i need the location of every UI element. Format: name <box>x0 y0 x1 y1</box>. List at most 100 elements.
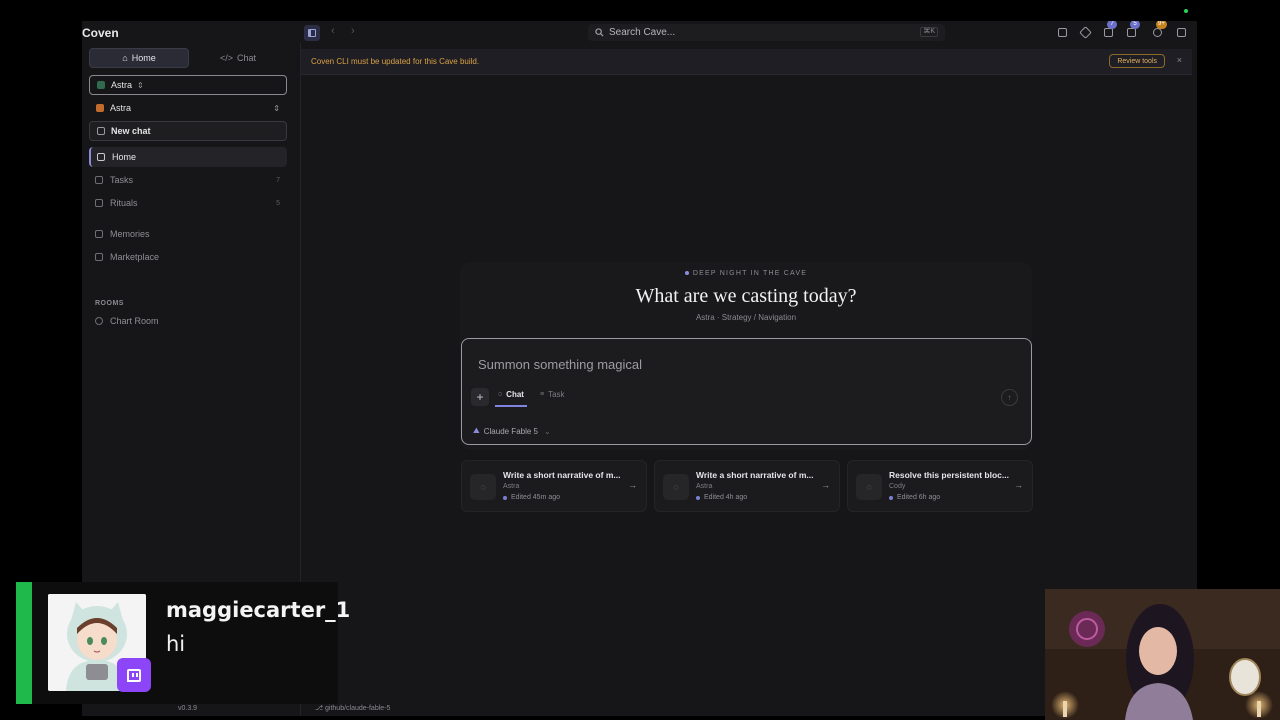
composer: + ◌ Chat ≡ Task ↑ ⛰ Claude Fable 5 ⌄ <box>461 338 1032 445</box>
status-indicator <box>1184 9 1188 13</box>
chat-message: hi <box>166 632 186 656</box>
agent-select[interactable]: Astra ⇕ <box>89 98 287 118</box>
tasks-icon <box>95 176 103 184</box>
inbox-icon[interactable]: 5 <box>1125 21 1140 38</box>
arrow-up-icon: ↑ <box>1007 393 1012 402</box>
recent-owner: Cody <box>889 483 906 490</box>
new-chat-button[interactable]: New chat <box>89 121 287 141</box>
back-arrow-icon[interactable]: ‹ <box>331 25 335 37</box>
agents-icon[interactable]: 7 <box>1102 21 1117 38</box>
top-bar: Coven ‹ › Search Cave... ⌘K 7 5 9+ <box>82 21 1197 43</box>
sidebar-item-label: Memories <box>110 229 150 239</box>
rituals-icon <box>95 199 103 207</box>
chevron-updown-icon: ⇕ <box>137 80 144 90</box>
sidebar-toggle-button[interactable] <box>304 25 320 41</box>
tasks-count: 7 <box>276 176 280 184</box>
git-branch: ⎇ github/claude-fable-5 <box>315 704 390 712</box>
search-placeholder: Search Cave... <box>609 27 676 38</box>
chat-bubble-icon: ◌ <box>470 474 496 500</box>
home-icon <box>97 153 105 161</box>
agent-avatar <box>96 104 104 112</box>
hero-eyebrow: DEEP NIGHT IN THE CAVE <box>460 270 1032 277</box>
recent-owner: Astra <box>696 483 713 490</box>
compose-icon[interactable] <box>1056 26 1068 38</box>
recent-chat-card[interactable]: ◌ Resolve this persistent bloc... Cody E… <box>847 460 1033 512</box>
code-icon: </> <box>219 53 233 63</box>
app-version: v0.3.9 <box>178 705 198 712</box>
webcam-feed <box>1045 589 1280 720</box>
composer-tab-task[interactable]: ≡ Task <box>540 390 565 399</box>
recent-time-text: Edited 4h ago <box>704 494 748 501</box>
sidebar-item-home[interactable]: Home <box>89 147 287 167</box>
model-selector[interactable]: ⛰ Claude Fable 5 ⌄ <box>473 426 551 436</box>
branch-name: github/claude-fable-5 <box>325 705 391 712</box>
chat-bubble-icon: ◌ <box>498 391 503 398</box>
sidebar-item-label: Home <box>112 152 137 162</box>
search-shortcut: ⌘K <box>920 27 938 37</box>
tab-chat[interactable]: </> Chat <box>189 48 287 68</box>
status-dot <box>889 495 893 500</box>
notifications-icon[interactable]: 9+ <box>1151 21 1167 38</box>
tab-label: Chat <box>237 53 257 63</box>
sidebar-item-label: Chart Room <box>110 316 159 326</box>
stream-chat-overlay: maggiecarter_1 hi <box>16 582 350 704</box>
task-icon: ≡ <box>540 391 545 398</box>
sidebar-item-rituals[interactable]: Rituals 5 <box>89 193 287 213</box>
home-icon: ⌂ <box>122 53 128 63</box>
marketplace-icon <box>95 253 103 261</box>
forward-arrow-icon[interactable]: › <box>351 25 355 37</box>
arrow-right-icon: → <box>821 480 830 490</box>
rooms-heading: ROOMS <box>95 300 124 307</box>
recent-chat-card[interactable]: ◌ Write a short narrative of m... Astra … <box>654 460 840 512</box>
recent-title: Resolve this persistent bloc... <box>889 470 1009 480</box>
banner-message: Coven CLI must be updated for this Cave … <box>311 57 480 66</box>
overlay-accent-bar <box>16 582 32 704</box>
search-icon <box>595 28 604 37</box>
rituals-count: 5 <box>276 199 280 207</box>
model-name: Claude Fable 5 <box>483 426 538 436</box>
recent-time-text: Edited 6h ago <box>897 494 941 501</box>
sidebar-item-label: Tasks <box>110 175 134 185</box>
review-tools-button[interactable]: Review tools <box>1109 54 1165 68</box>
app-name: Coven <box>82 26 119 40</box>
sidebar-icon <box>308 29 316 37</box>
prompt-input[interactable] <box>478 355 978 373</box>
eyebrow-text: DEEP NIGHT IN THE CAVE <box>692 270 808 277</box>
memories-icon <box>95 230 103 238</box>
twitch-icon <box>117 658 151 692</box>
mode-tabs: ⌂ Home </> Chat <box>89 48 287 68</box>
hero-subtitle: Astra · Strategy / Navigation <box>695 313 797 322</box>
recent-time: Edited 45m ago <box>503 494 560 501</box>
moon-icon <box>684 271 689 276</box>
recent-time-text: Edited 45m ago <box>511 494 561 501</box>
tab-label: Home <box>131 53 156 63</box>
recent-chat-card[interactable]: ◌ Write a short narrative of m... Astra … <box>461 460 647 512</box>
search-bar[interactable]: Search Cave... ⌘K <box>588 24 945 41</box>
send-button[interactable]: ↑ <box>1001 389 1018 406</box>
tab-home[interactable]: ⌂ Home <box>89 48 189 68</box>
arrow-right-icon: → <box>1014 480 1023 490</box>
workspace-select[interactable]: Astra ⇕ <box>89 75 287 95</box>
update-banner: Coven CLI must be updated for this Cave … <box>301 49 1192 75</box>
add-attachment-button[interactable]: + <box>471 388 489 406</box>
model-icon: ⛰ <box>473 426 480 435</box>
composer-tab-label: Task <box>548 390 565 399</box>
sidebar-item-chart-room[interactable]: Chart Room <box>89 311 287 331</box>
hero-title: What are we casting today? <box>635 285 857 307</box>
new-chat-label: New chat <box>111 126 151 136</box>
composer-tab-label: Chat <box>506 390 524 399</box>
bot-icon[interactable] <box>1078 25 1092 39</box>
composer-tab-chat[interactable]: ◌ Chat <box>495 390 527 407</box>
recent-title: Write a short narrative of m... <box>696 470 814 480</box>
status-dot <box>503 495 507 500</box>
close-icon[interactable]: × <box>1177 55 1182 65</box>
recent-title: Write a short narrative of m... <box>503 470 621 480</box>
agents-badge: 7 <box>1107 21 1117 29</box>
panel-icon[interactable] <box>1175 26 1187 38</box>
sidebar-item-marketplace[interactable]: Marketplace <box>89 247 287 267</box>
sidebar-item-tasks[interactable]: Tasks 7 <box>89 170 287 190</box>
sidebar-item-memories[interactable]: Memories <box>89 224 287 244</box>
status-dot <box>696 495 700 500</box>
branch-icon: ⎇ <box>315 705 326 712</box>
agent-name: Astra <box>110 103 132 113</box>
